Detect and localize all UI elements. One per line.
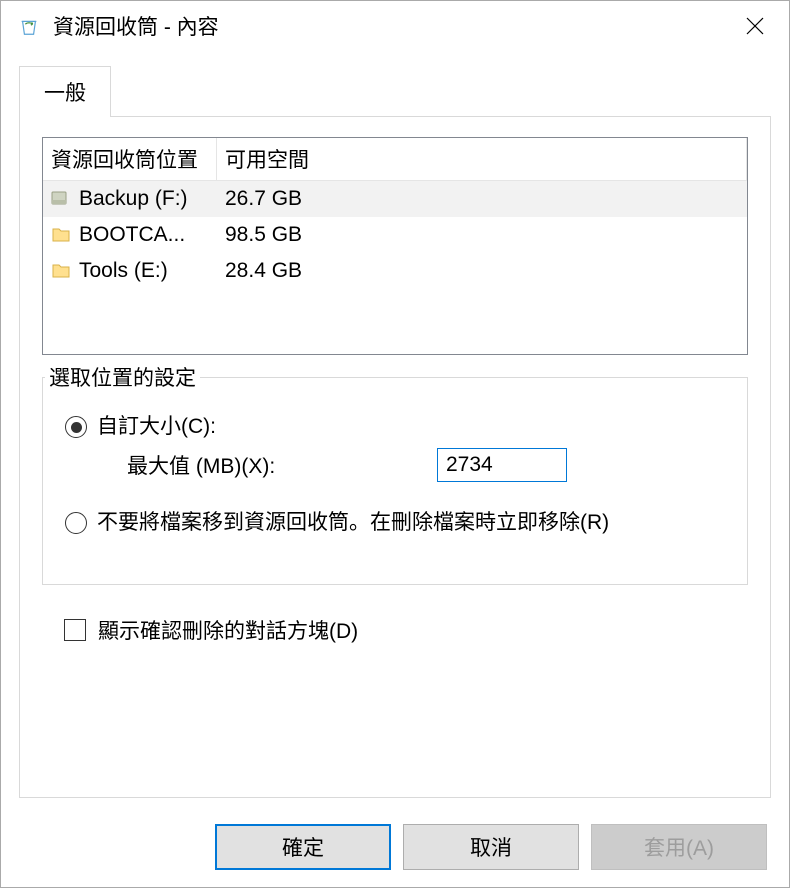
properties-window: 資源回收筒 - 內容 一般 資源回收筒位置 可用空間 Ba (0, 0, 790, 888)
drive-icon (51, 188, 73, 210)
col-header-location[interactable]: 資源回收筒位置 (43, 138, 217, 180)
max-size-input[interactable] (437, 448, 567, 482)
titlebar: 資源回收筒 - 內容 (1, 1, 789, 51)
folder-icon (51, 224, 73, 246)
cancel-button[interactable]: 取消 (403, 824, 579, 870)
confirm-delete-checkbox[interactable] (64, 619, 86, 641)
radio-custom-size[interactable] (65, 416, 87, 438)
confirm-delete-label: 顯示確認刪除的對話方塊(D) (98, 615, 358, 645)
row-name: BOOTCA... (79, 223, 219, 247)
tab-general[interactable]: 一般 (19, 66, 111, 117)
confirm-delete-row: 顯示確認刪除的對話方塊(D) (64, 615, 748, 645)
groupbox-title: 選取位置的設定 (45, 362, 200, 392)
table-row[interactable]: Backup (F:) 26.7 GB (43, 181, 747, 217)
max-size-label: 最大值 (MB)(X): (127, 450, 437, 480)
close-button[interactable] (731, 6, 779, 46)
radio-custom-size-row: 自訂大小(C): (65, 412, 733, 442)
radio-remove-immediately[interactable] (65, 512, 87, 534)
row-name: Tools (E:) (79, 259, 219, 283)
tab-strip: 一般 (19, 65, 771, 116)
recycle-bin-icon (17, 14, 41, 38)
ok-button[interactable]: 確定 (215, 824, 391, 870)
window-title: 資源回收筒 - 內容 (53, 11, 731, 41)
tab-panel-general: 資源回收筒位置 可用空間 Backup (F:) 26.7 GB BOOTCA.… (19, 116, 771, 798)
row-space: 28.4 GB (219, 259, 302, 283)
row-space: 98.5 GB (219, 223, 302, 247)
apply-button: 套用(A) (591, 824, 767, 870)
close-icon (746, 17, 764, 35)
table-row[interactable]: BOOTCA... 98.5 GB (43, 217, 747, 253)
row-name: Backup (F:) (79, 187, 219, 211)
radio-remove-immediately-row: 不要將檔案移到資源回收筒。在刪除檔案時立即移除(R) (65, 508, 733, 538)
settings-groupbox: 選取位置的設定 自訂大小(C): 最大值 (MB)(X): 不要將檔案移到資源回… (42, 377, 748, 585)
table-row[interactable]: Tools (E:) 28.4 GB (43, 253, 747, 289)
listview-header: 資源回收筒位置 可用空間 (43, 138, 747, 181)
location-listview[interactable]: 資源回收筒位置 可用空間 Backup (F:) 26.7 GB BOOTCA.… (42, 137, 748, 355)
max-size-row: 最大值 (MB)(X): (127, 448, 733, 482)
col-header-space[interactable]: 可用空間 (217, 138, 747, 180)
folder-icon (51, 260, 73, 282)
radio-custom-size-label: 自訂大小(C): (97, 412, 216, 442)
radio-remove-immediately-label: 不要將檔案移到資源回收筒。在刪除檔案時立即移除(R) (97, 508, 609, 538)
button-bar: 確定 取消 套用(A) (1, 807, 789, 887)
content-area: 一般 資源回收筒位置 可用空間 Backup (F:) 26.7 GB (1, 51, 789, 807)
row-space: 26.7 GB (219, 187, 302, 211)
